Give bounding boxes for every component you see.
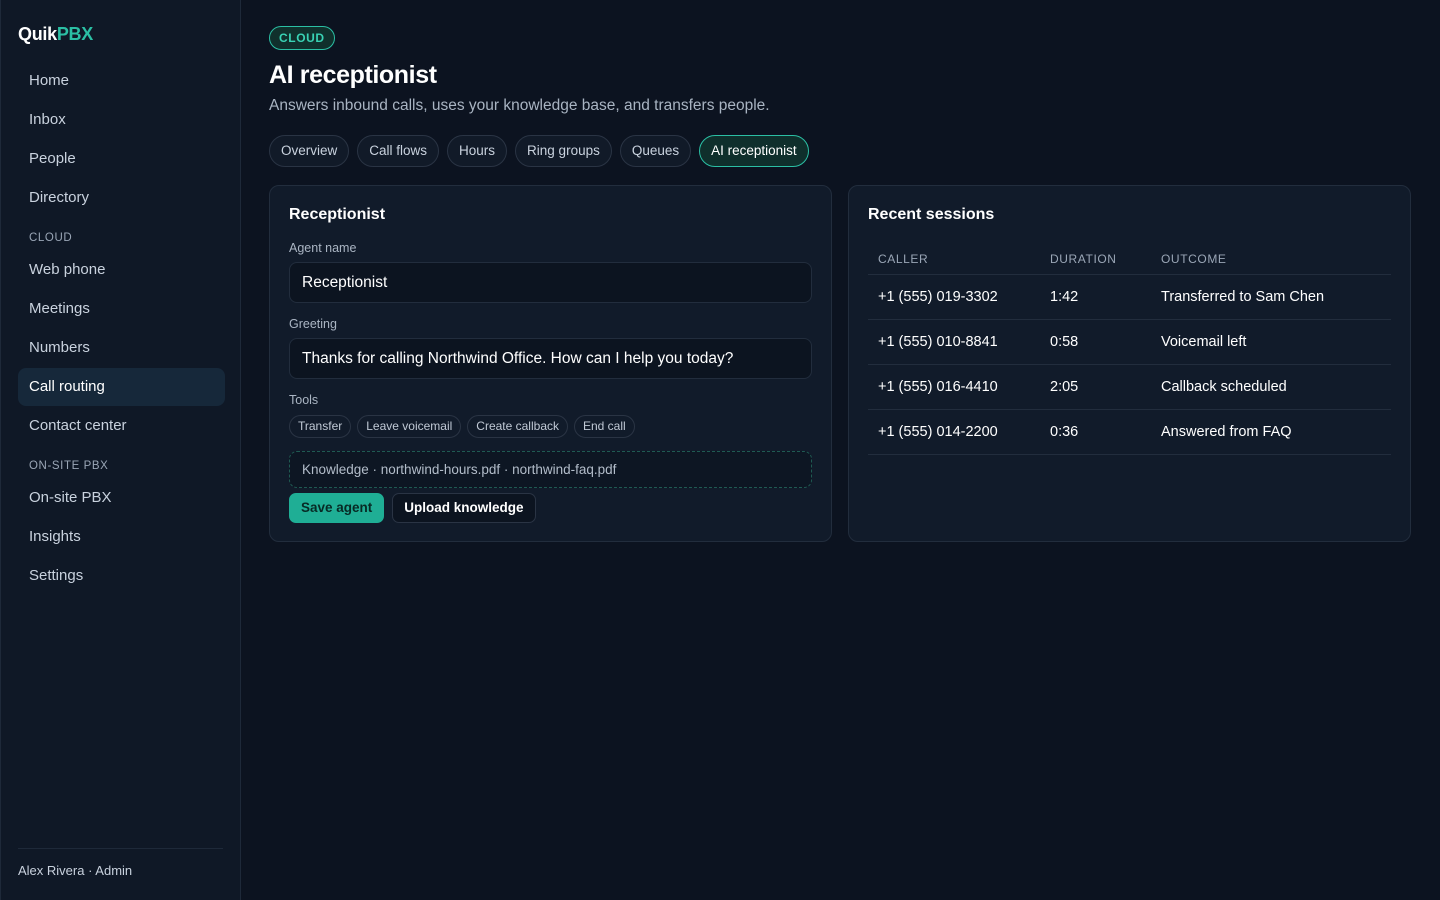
duration-cell: 2:05 [1050,379,1079,395]
outcome-cell: Answered from FAQ [1161,424,1292,440]
sidebar-item-inbox[interactable]: Inbox [18,101,225,139]
table-row[interactable]: +1 (555) 010-8841 0:58 Voicemail left [868,320,1391,365]
duration-cell: 1:42 [1050,289,1079,305]
table-row[interactable]: +1 (555) 014-2200 0:36 Answered from FAQ [868,410,1391,455]
sidebar-item-settings[interactable]: Settings [18,557,225,595]
sidebar-item-on-site-pbx[interactable]: On-site PBX [18,479,225,517]
recent-sessions-title: Recent sessions [868,206,995,223]
tab-queues[interactable]: Queues [619,135,692,167]
sidebar-item-web-phone[interactable]: Web phone [18,251,225,289]
tools-list: Transfer Leave voicemail Create callback… [289,415,635,438]
column-header-caller[interactable]: CALLER [868,252,1050,266]
outcome-cell: Transferred to Sam Chen [1161,289,1325,305]
sidebar-user-footer[interactable]: Alex Rivera · Admin [18,848,223,900]
page-subtitle: Answers inbound calls, uses your knowled… [269,97,770,114]
duration-cell: 0:58 [1050,334,1079,350]
cloud-badge: CLOUD [269,26,335,50]
table-row[interactable]: +1 (555) 019-3302 1:42 Transferred to Sa… [868,275,1391,320]
greeting-field[interactable]: Thanks for calling Northwind Office. How… [289,338,812,379]
knowledge-dropzone[interactable]: Knowledge · northwind-hours.pdf · northw… [289,451,812,488]
column-header-duration[interactable]: DURATION [1050,252,1161,266]
sidebar-item-insights[interactable]: Insights [18,518,225,556]
outcome-cell: Callback scheduled [1161,379,1287,395]
page-title: AI receptionist [269,61,437,89]
tab-overview[interactable]: Overview [269,135,350,167]
table-row[interactable]: +1 (555) 016-4410 2:05 Callback schedule… [868,365,1391,410]
tool-chip-end-call[interactable]: End call [574,415,635,438]
sidebar-item-home[interactable]: Home [18,62,225,100]
sidebar-nav: Home Inbox People Directory CLOUD Web ph… [18,62,225,596]
tool-chip-leave-voicemail[interactable]: Leave voicemail [357,415,462,438]
save-agent-button[interactable]: Save agent [289,493,385,523]
agent-name-field[interactable]: Receptionist [289,262,812,303]
caller-cell: +1 (555) 010-8841 [878,334,998,350]
receptionist-actions: Save agent Upload knowledge [289,493,536,523]
recent-sessions-card: Recent sessions CALLER DURATION OUTCOME … [848,185,1411,542]
sidebar-item-people[interactable]: People [18,140,225,178]
app-logo[interactable]: QuikPBX [18,24,93,45]
tab-call-flows[interactable]: Call flows [357,135,440,167]
table-header: CALLER DURATION OUTCOME [868,244,1391,275]
tab-ai-receptionist[interactable]: AI receptionist [699,135,809,167]
outcome-cell: Voicemail left [1161,334,1247,350]
logo-part-pbx: PBX [56,24,93,44]
logo-part-quik: Quik [18,24,57,44]
caller-cell: +1 (555) 019-3302 [878,289,998,305]
tools-label: Tools [289,393,319,407]
caller-cell: +1 (555) 016-4410 [878,379,998,395]
sidebar: QuikPBX Home Inbox People Directory CLOU… [0,0,241,900]
sidebar-section-onsite: ON-SITE PBX [29,460,109,472]
caller-cell: +1 (555) 014-2200 [878,424,998,440]
tool-chip-transfer[interactable]: Transfer [289,415,352,438]
greeting-label: Greeting [289,317,337,331]
sidebar-item-numbers[interactable]: Numbers [18,329,225,367]
tab-ring-groups[interactable]: Ring groups [515,135,612,167]
sidebar-section-cloud: CLOUD [29,232,73,244]
duration-cell: 0:36 [1050,424,1079,440]
upload-knowledge-button[interactable]: Upload knowledge [392,493,536,523]
column-header-outcome[interactable]: OUTCOME [1161,252,1391,266]
sidebar-item-meetings[interactable]: Meetings [18,290,225,328]
tab-bar: Overview Call flows Hours Ring groups Qu… [269,135,1410,167]
sidebar-item-directory[interactable]: Directory [18,179,225,217]
main-content: CLOUD AI receptionist Answers inbound ca… [269,26,1410,167]
receptionist-card-title: Receptionist [289,206,386,223]
tool-chip-create-callback[interactable]: Create callback [467,415,568,438]
tab-hours[interactable]: Hours [447,135,508,167]
agent-name-label: Agent name [289,241,357,255]
sessions-table: CALLER DURATION OUTCOME +1 (555) 019-330… [868,244,1391,455]
sidebar-item-call-routing[interactable]: Call routing [18,368,225,406]
receptionist-card: Receptionist Agent name Receptionist Gre… [269,185,832,542]
sidebar-item-contact-center[interactable]: Contact center [18,407,225,445]
